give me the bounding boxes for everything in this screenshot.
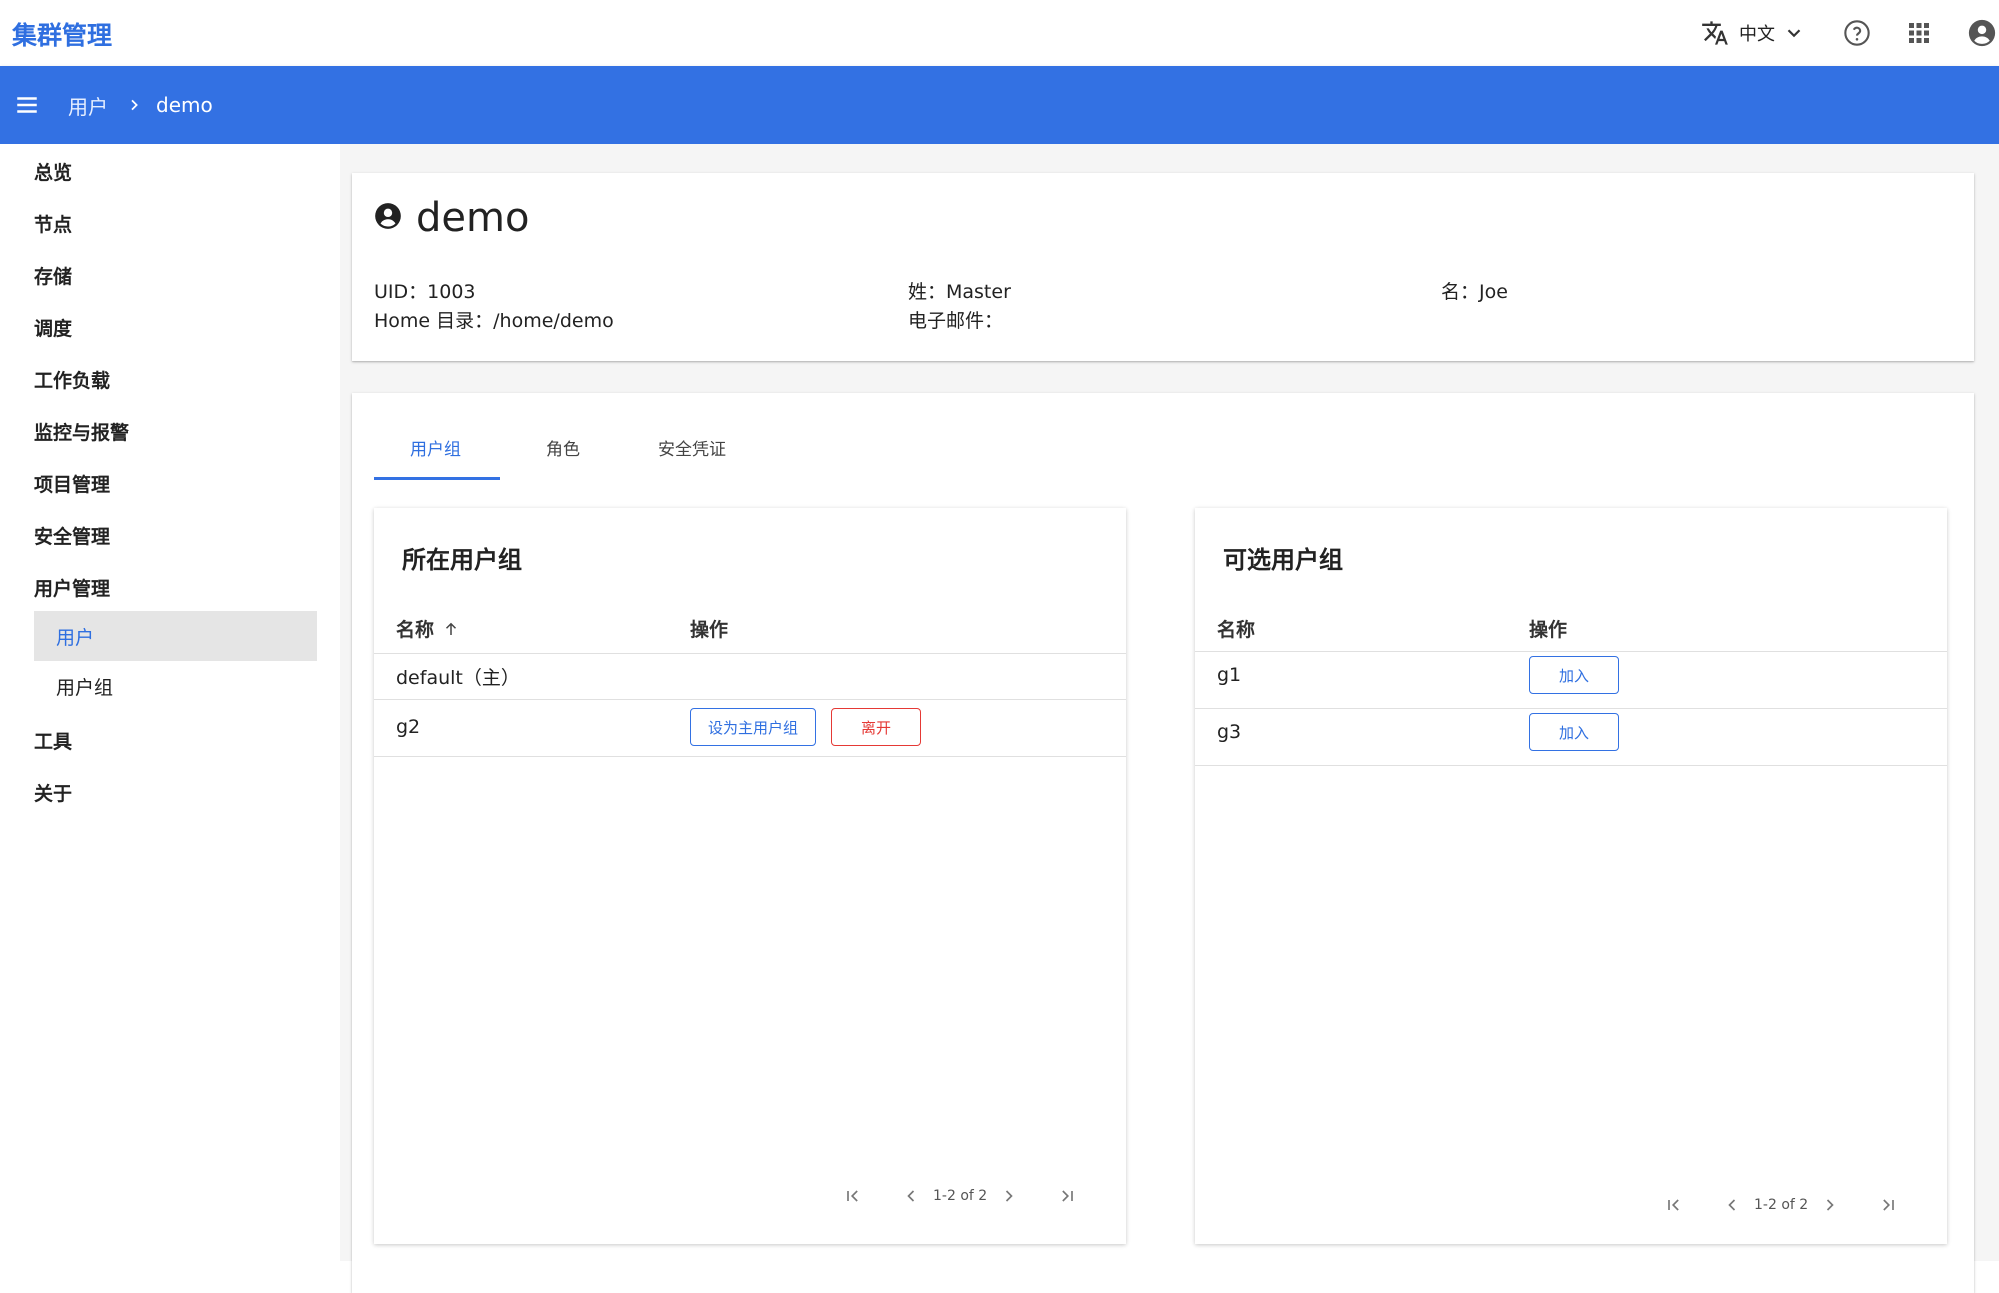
member-groups-panel: 所在用户组 名称 操作 default（主） g2 设为主用户组 离开 1-2 … [374, 508, 1126, 1244]
column-header-actions: 操作 [1529, 619, 1568, 641]
divider [1195, 765, 1947, 766]
join-group-button[interactable]: 加入 [1529, 656, 1619, 694]
menu-icon[interactable] [14, 92, 40, 118]
sidebar-item-storage[interactable]: 存储 [34, 262, 72, 289]
column-header-label: 名称 [396, 619, 435, 641]
divider [374, 699, 1126, 700]
account-icon[interactable] [1967, 18, 1997, 48]
user-home-dir: Home 目录：/home/demo [374, 310, 614, 332]
divider [1195, 708, 1947, 709]
user-name: demo [416, 195, 530, 241]
sidebar-item-overview[interactable]: 总览 [34, 158, 72, 185]
app-title[interactable]: 集群管理 [12, 16, 112, 52]
group-name-cell: default（主） [396, 667, 520, 689]
top-app-bar: 集群管理 中文 [0, 0, 1999, 66]
active-tab-indicator [374, 477, 500, 480]
pagination: 1-2 of 2 [841, 1184, 1079, 1208]
sidebar-item-scheduling[interactable]: 调度 [34, 314, 72, 341]
set-primary-group-button[interactable]: 设为主用户组 [690, 708, 816, 746]
chevron-right-icon [126, 97, 142, 113]
language-selector[interactable]: 中文 [1701, 19, 1805, 47]
sidebar-item-about[interactable]: 关于 [34, 779, 72, 806]
sidebar-item-user-management[interactable]: 用户管理 [34, 574, 110, 601]
divider [374, 756, 1126, 757]
column-header-name[interactable]: 名称 [396, 615, 460, 642]
tab-user-groups[interactable]: 用户组 [410, 435, 461, 460]
join-group-button[interactable]: 加入 [1529, 713, 1619, 751]
tab-credentials[interactable]: 安全凭证 [658, 435, 726, 460]
group-name-cell: g3 [1217, 721, 1242, 743]
column-header-actions: 操作 [690, 619, 729, 641]
help-icon[interactable] [1843, 19, 1871, 47]
next-page-icon[interactable] [997, 1184, 1021, 1208]
column-header-name[interactable]: 名称 [1217, 615, 1255, 642]
top-actions: 中文 [1701, 0, 1999, 66]
user-info-card: demo UID：1003 Home 目录：/home/demo 姓：Maste… [352, 173, 1974, 361]
first-page-icon[interactable] [1662, 1193, 1686, 1217]
sidebar-item-monitoring[interactable]: 监控与报警 [34, 418, 129, 445]
member-groups-title: 所在用户组 [402, 546, 522, 574]
sidebar-item-tools[interactable]: 工具 [34, 727, 72, 754]
pagination: 1-2 of 2 [1662, 1193, 1900, 1217]
sidebar-item-nodes[interactable]: 节点 [34, 210, 72, 237]
sidebar-item-security[interactable]: 安全管理 [34, 522, 110, 549]
first-page-icon[interactable] [841, 1184, 865, 1208]
breadcrumb-bar: 用户 demo [0, 66, 1999, 144]
user-header: demo [374, 195, 529, 241]
previous-page-icon[interactable] [1720, 1193, 1744, 1217]
user-surname: 姓：Master [908, 281, 1011, 303]
translate-icon [1701, 19, 1729, 47]
tab-roles[interactable]: 角色 [546, 435, 580, 460]
chevron-down-icon [1783, 22, 1805, 44]
account-circle-icon [374, 202, 402, 234]
leave-group-button[interactable]: 离开 [831, 708, 921, 746]
next-page-icon[interactable] [1818, 1193, 1842, 1217]
sidebar-item-workloads[interactable]: 工作负载 [34, 366, 110, 393]
sidebar-item-user-groups[interactable]: 用户组 [34, 661, 317, 711]
user-email: 电子邮件： [908, 310, 1004, 332]
last-page-icon[interactable] [1876, 1193, 1900, 1217]
user-detail-tabs-card: 用户组 角色 安全凭证 所在用户组 名称 操作 default（主） g2 设为… [352, 393, 1974, 1293]
main-content: demo UID：1003 Home 目录：/home/demo 姓：Maste… [340, 144, 1999, 1293]
available-groups-title: 可选用户组 [1223, 546, 1343, 574]
sort-arrow-up-icon [442, 620, 460, 638]
divider [374, 653, 1126, 654]
pagination-range: 1-2 of 2 [933, 1188, 988, 1204]
apps-icon[interactable] [1907, 21, 1931, 45]
breadcrumb-current: demo [156, 93, 213, 117]
previous-page-icon[interactable] [899, 1184, 923, 1208]
pagination-range: 1-2 of 2 [1754, 1197, 1809, 1213]
group-name-cell: g1 [1217, 664, 1242, 686]
sidebar-item-users[interactable]: 用户 [34, 611, 317, 661]
group-name-cell: g2 [396, 716, 421, 738]
divider [1195, 651, 1947, 652]
sidebar: 总览 节点 存储 调度 工作负载 监控与报警 项目管理 安全管理 用户管理 用户… [0, 144, 340, 1261]
language-label: 中文 [1739, 24, 1775, 45]
sidebar-item-projects[interactable]: 项目管理 [34, 470, 110, 497]
breadcrumb-parent[interactable]: 用户 [68, 91, 108, 120]
user-uid: UID：1003 [374, 281, 476, 303]
last-page-icon[interactable] [1055, 1184, 1079, 1208]
user-given-name: 名：Joe [1441, 281, 1508, 303]
available-groups-panel: 可选用户组 名称 操作 g1 加入 g3 加入 1-2 of 2 [1195, 508, 1947, 1244]
